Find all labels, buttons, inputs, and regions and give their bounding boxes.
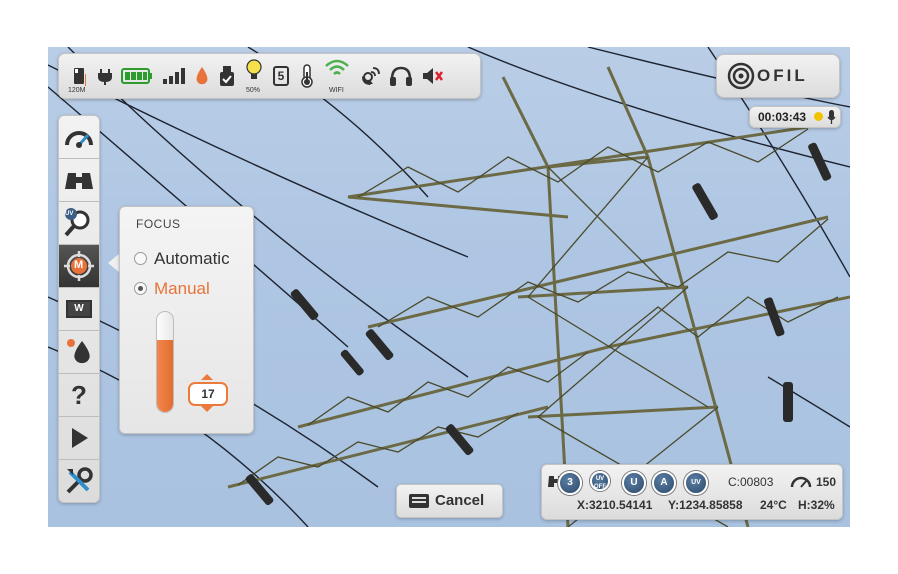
tools-icon xyxy=(66,467,93,494)
microphone-icon xyxy=(827,110,836,127)
mode-a-icon: A xyxy=(652,471,676,495)
battery-icon xyxy=(119,54,155,98)
y-coordinate: Y:1234.85858 xyxy=(668,498,743,512)
tools-button[interactable] xyxy=(59,460,99,502)
play-icon xyxy=(72,428,88,448)
drop-button[interactable] xyxy=(59,331,99,374)
brightness-label: 50% xyxy=(246,87,261,94)
cancel-label: Cancel xyxy=(435,492,485,509)
focus-slider-fill xyxy=(157,340,173,412)
keyboard-icon xyxy=(409,494,429,508)
preset-number: 5 xyxy=(273,66,289,86)
preset-icon: 5 xyxy=(269,54,293,98)
status-bar: 120M 50% 5 WIFI xyxy=(58,53,481,99)
focus-title: FOCUS xyxy=(136,217,181,231)
logo-text: OFIL xyxy=(757,66,808,85)
wifi-icon xyxy=(321,54,353,102)
info-panel: 3 UV OFF U A UV C:00803 150 X:3210.54141… xyxy=(541,464,843,520)
storage-label: 120M xyxy=(68,87,86,94)
recording-timer: 00:03:43 xyxy=(749,106,841,128)
uv-badge: UV xyxy=(65,211,74,217)
usb-icon xyxy=(215,54,239,98)
bulb-icon xyxy=(242,54,266,103)
focus-button[interactable]: M xyxy=(59,245,99,288)
mute-icon xyxy=(419,54,447,98)
gps-icon xyxy=(357,54,383,98)
logo: OFIL xyxy=(716,54,840,98)
signal-icon xyxy=(159,54,189,98)
gauge-button[interactable] xyxy=(59,116,99,159)
focus-popup: FOCUS Automatic Manual 17 xyxy=(119,206,254,434)
mode-zoom-icon: 3 xyxy=(558,471,582,495)
wifi-label: WIFI xyxy=(329,87,344,94)
mode-uv-icon: UV xyxy=(684,471,708,495)
recording-indicator-icon xyxy=(814,112,823,121)
white-balance-icon: W xyxy=(66,300,92,318)
manual-label[interactable]: Manual xyxy=(154,279,210,299)
mode-u-icon: U xyxy=(622,471,646,495)
binoculars-icon xyxy=(65,173,93,189)
thermometer-icon xyxy=(295,54,319,98)
counter: C:00803 xyxy=(728,475,774,489)
headphones-icon xyxy=(387,54,415,98)
left-toolbar: UV M W ? xyxy=(58,115,100,503)
timer-value: 00:03:43 xyxy=(758,110,807,124)
help-button[interactable]: ? xyxy=(59,374,99,417)
manual-radio[interactable] xyxy=(134,282,147,295)
popup-pointer xyxy=(108,254,119,272)
mode-uv-off-icon: UV OFF xyxy=(590,471,610,491)
increase-arrow-icon[interactable] xyxy=(201,374,213,380)
gain-value: 150 xyxy=(816,475,837,489)
decrease-arrow-icon[interactable] xyxy=(201,406,213,412)
white-balance-button[interactable]: W xyxy=(59,288,99,331)
uv-zoom-button[interactable]: UV xyxy=(59,202,99,245)
temperature: 24°C xyxy=(760,498,787,512)
camera-view: 120M 50% 5 WIFI OFIL 00:03:43 UV M W ? F… xyxy=(48,47,850,527)
gain-icon xyxy=(790,476,812,488)
automatic-label[interactable]: Automatic xyxy=(154,249,230,269)
binoculars-button[interactable] xyxy=(59,159,99,202)
focus-badge: M xyxy=(74,259,84,271)
play-button[interactable] xyxy=(59,417,99,460)
focus-slider[interactable] xyxy=(156,311,174,413)
gauge-icon xyxy=(65,131,93,148)
drop-icon xyxy=(67,339,90,364)
x-coordinate: X:3210.54141 xyxy=(577,498,653,512)
focus-value[interactable]: 17 xyxy=(188,382,228,406)
humidity: H:32% xyxy=(798,498,835,512)
automatic-radio[interactable] xyxy=(134,252,147,265)
drop-icon xyxy=(191,54,213,98)
plug-icon xyxy=(93,54,117,98)
cancel-button[interactable]: Cancel xyxy=(396,484,503,518)
